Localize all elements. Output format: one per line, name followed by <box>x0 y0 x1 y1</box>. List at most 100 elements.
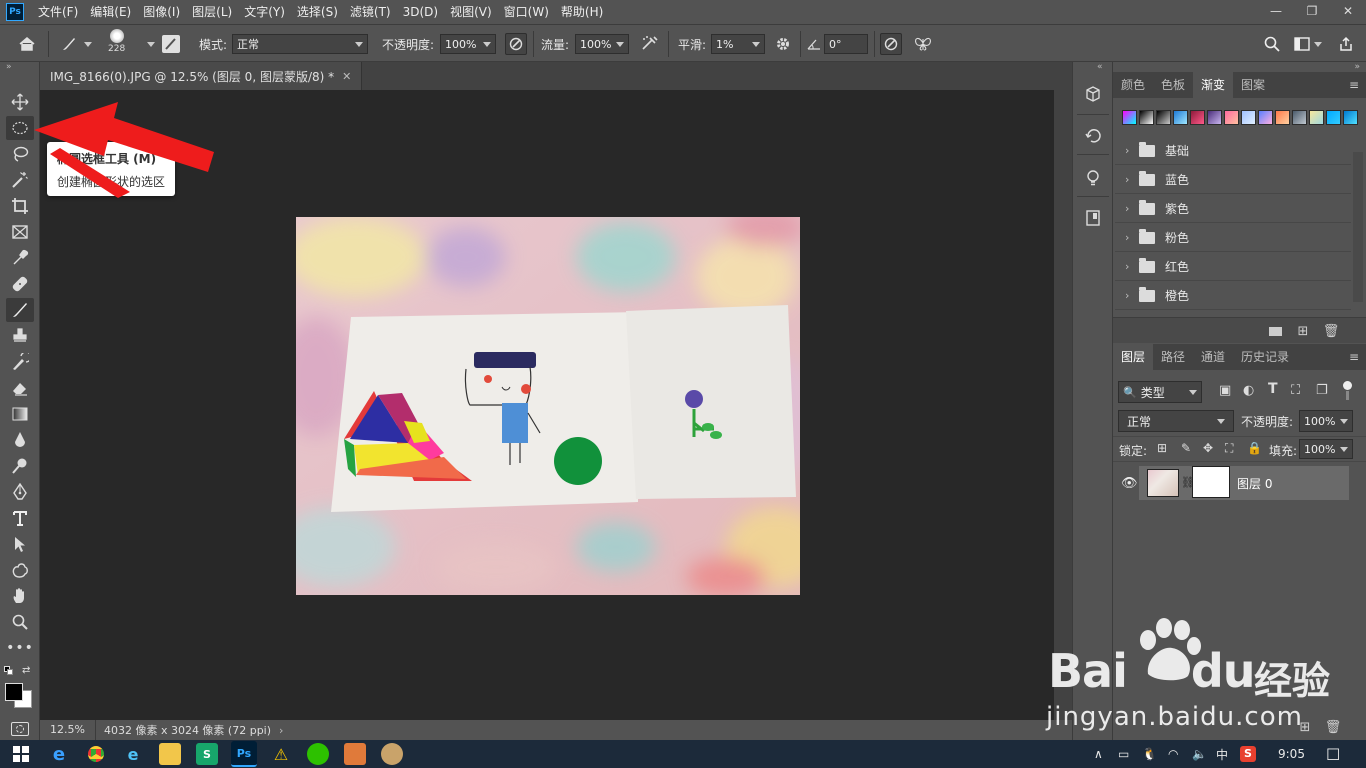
menu-help[interactable]: 帮助(H) <box>555 0 609 24</box>
gradient-swatch[interactable] <box>1309 110 1324 125</box>
gradient-swatch[interactable] <box>1207 110 1222 125</box>
gradient-swatch[interactable] <box>1173 110 1188 125</box>
gradient-swatch[interactable] <box>1326 110 1341 125</box>
collapse-icon[interactable]: » <box>6 62 12 72</box>
gradient-swatch[interactable] <box>1343 110 1358 125</box>
blur-tool[interactable] <box>6 428 34 452</box>
wps-sheets-icon[interactable]: S <box>196 743 218 765</box>
tab-history[interactable]: 历史记录 <box>1233 344 1297 370</box>
panel-menu-icon[interactable]: ≡ <box>1341 72 1366 98</box>
panel-menu-icon[interactable]: ≡ <box>1341 344 1366 370</box>
lock-all-icon[interactable]: 🔒 <box>1247 441 1262 455</box>
brush-tool-preset-picker[interactable] <box>60 33 92 55</box>
edge-browser-icon[interactable]: e <box>122 743 144 765</box>
close-tab-icon[interactable]: ✕ <box>342 70 351 83</box>
angle-field[interactable]: 0° <box>824 33 868 55</box>
archive-app-icon[interactable] <box>344 743 366 765</box>
home-icon[interactable] <box>18 33 36 55</box>
menu-type[interactable]: 文字(Y) <box>238 0 291 24</box>
collapse-icon[interactable]: « <box>1097 62 1103 72</box>
pressure-opacity-button[interactable] <box>505 33 527 55</box>
filter-toggle[interactable] <box>1343 381 1352 401</box>
chrome-icon[interactable] <box>85 743 107 765</box>
gradient-swatch[interactable] <box>1275 110 1290 125</box>
menu-filter[interactable]: 滤镜(T) <box>344 0 397 24</box>
type-tool[interactable] <box>6 506 34 530</box>
network-device-icon[interactable]: ▭ <box>1118 740 1129 768</box>
layer-thumbnail[interactable] <box>1147 469 1179 497</box>
tab-swatches[interactable]: 色板 <box>1153 72 1193 98</box>
flow-field[interactable]: 100% <box>575 33 629 55</box>
brush-settings-panel-toggle[interactable] <box>162 33 180 55</box>
hand-tool[interactable] <box>6 584 34 608</box>
edit-toolbar-button[interactable]: ••• <box>6 636 34 660</box>
menu-edit[interactable]: 编辑(E) <box>84 0 137 24</box>
gradient-swatch[interactable] <box>1241 110 1256 125</box>
document-tab[interactable]: IMG_8166(0).JPG @ 12.5% (图层 0, 图层蒙版/8) *… <box>40 62 363 90</box>
workspace-switcher[interactable] <box>1294 33 1322 55</box>
warning-app-icon[interactable]: ⚠ <box>270 743 292 765</box>
qq-icon[interactable]: 🐧 <box>1142 740 1157 768</box>
opacity-field[interactable]: 100% <box>440 33 496 55</box>
notification-icon[interactable]: ☐ <box>1326 740 1340 768</box>
blend-mode-select[interactable]: 正常 <box>1118 410 1234 432</box>
ie-browser-icon[interactable]: e <box>48 743 70 765</box>
default-colors-icon[interactable] <box>4 666 14 675</box>
gradient-folder[interactable]: › 粉色 <box>1115 224 1351 252</box>
layer-opacity-field[interactable]: 100% <box>1299 410 1353 432</box>
menu-window[interactable]: 窗口(W) <box>498 0 555 24</box>
gradient-swatch[interactable] <box>1292 110 1307 125</box>
document-image[interactable] <box>296 217 800 595</box>
delete-gradient-button[interactable]: 🗑 <box>1323 323 1340 339</box>
tab-channels[interactable]: 通道 <box>1193 344 1233 370</box>
gradient-folder[interactable]: › 蓝色 <box>1115 166 1351 194</box>
foreground-color-swatch[interactable] <box>5 683 23 701</box>
menu-3d[interactable]: 3D(D) <box>397 0 444 24</box>
ime-indicator[interactable]: 中 <box>1216 740 1228 768</box>
brush-size-picker[interactable]: 228 <box>108 29 125 59</box>
gradient-folder[interactable]: › 红色 <box>1115 253 1351 281</box>
tab-patterns[interactable]: 图案 <box>1233 72 1273 98</box>
symmetry-button[interactable] <box>913 33 933 55</box>
history-brush-tool[interactable] <box>6 350 34 374</box>
lock-transparent-icon[interactable]: ⊞ <box>1157 441 1167 455</box>
tab-gradients[interactable]: 渐变 <box>1193 72 1234 98</box>
minimize-button[interactable]: — <box>1258 0 1294 22</box>
wechat-icon[interactable] <box>307 743 329 765</box>
properties-panel-button[interactable] <box>1081 206 1105 230</box>
gradient-tool[interactable] <box>6 402 34 426</box>
path-selection-tool[interactable] <box>6 532 34 556</box>
history-panel-button[interactable] <box>1081 124 1105 148</box>
share-button[interactable] <box>1338 33 1354 55</box>
filter-shape-icon[interactable]: ⛶ <box>1291 383 1300 398</box>
restore-button[interactable]: ❐ <box>1294 0 1330 22</box>
clone-stamp-tool[interactable] <box>6 324 34 348</box>
gradient-swatch[interactable] <box>1122 110 1137 125</box>
gradient-folder[interactable]: › 基础 <box>1115 137 1351 165</box>
swap-colors-icon[interactable]: ⇄ <box>22 665 30 676</box>
app-icon[interactable] <box>381 743 403 765</box>
lock-artboard-icon[interactable]: ⛶ <box>1225 441 1233 456</box>
menu-layer[interactable]: 图层(L) <box>186 0 238 24</box>
tab-layers[interactable]: 图层 <box>1113 344 1154 370</box>
brush-size-chevron[interactable] <box>141 33 155 55</box>
learn-panel-button[interactable] <box>1081 166 1105 190</box>
new-group-button[interactable] <box>1267 323 1283 339</box>
volume-icon[interactable]: 🔈 <box>1192 740 1207 768</box>
menu-image[interactable]: 图像(I) <box>137 0 186 24</box>
tab-paths[interactable]: 路径 <box>1153 344 1193 370</box>
layer-mask-thumbnail[interactable] <box>1192 466 1230 498</box>
frame-tool[interactable] <box>6 220 34 244</box>
menu-file[interactable]: 文件(F) <box>32 0 84 24</box>
photoshop-taskbar-icon[interactable]: Ps <box>231 741 257 767</box>
tab-color[interactable]: 颜色 <box>1113 72 1153 98</box>
filter-smart-object-icon[interactable]: ❐ <box>1316 383 1328 398</box>
quick-mask-button[interactable] <box>11 722 29 736</box>
zoom-tool[interactable] <box>6 610 34 634</box>
menu-select[interactable]: 选择(S) <box>291 0 344 24</box>
collapse-icon[interactable]: » <box>1354 62 1360 72</box>
custom-shape-tool[interactable] <box>6 558 34 582</box>
sogou-input-icon[interactable]: S <box>1240 740 1256 768</box>
pen-tool[interactable] <box>6 480 34 504</box>
eraser-tool[interactable] <box>6 376 34 400</box>
